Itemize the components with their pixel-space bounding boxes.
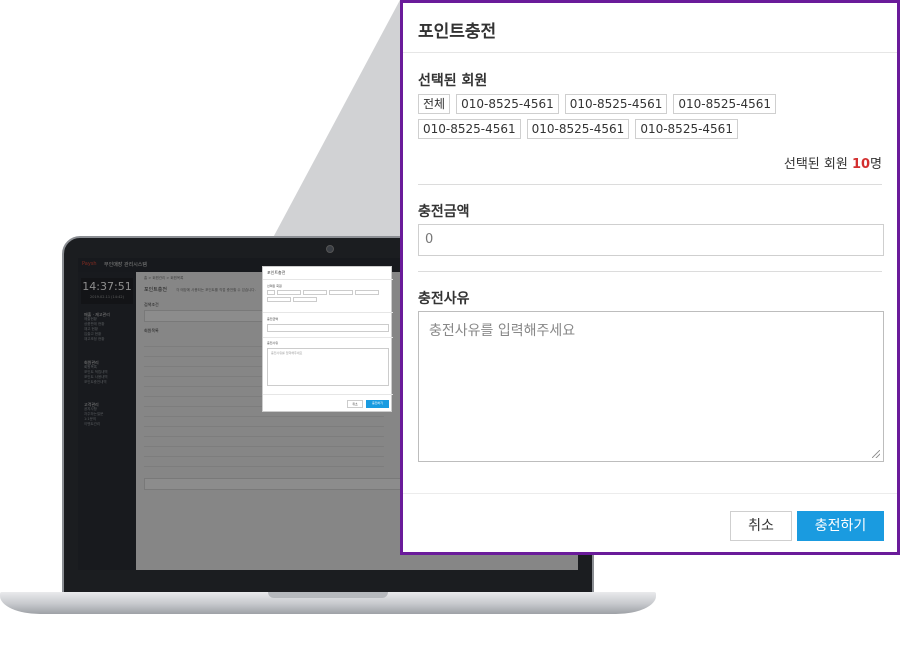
member-tag-list: 전체 010-8525-4561 010-8525-4561 010-8525-456… [418, 94, 888, 144]
divider [263, 337, 393, 338]
mini-reason-textarea[interactable]: 충전사유를 입력해주세요 [267, 348, 389, 386]
mini-submit-button[interactable]: 충전하기 [366, 400, 389, 408]
mini-member-tag [267, 297, 291, 302]
member-tag[interactable]: 010-8525-4561 [418, 119, 521, 139]
member-tag[interactable]: 010-8525-4561 [526, 119, 630, 139]
mini-member-tag [329, 290, 353, 295]
divider [418, 271, 882, 272]
member-tag[interactable]: 010-8525-4561 [456, 94, 559, 114]
mini-amount-input[interactable] [267, 324, 389, 332]
divider [263, 394, 393, 395]
divider [263, 279, 393, 280]
mini-member-tag [267, 290, 275, 295]
selected-count-number: 10 [851, 157, 871, 172]
mini-modal-reason-label: 충전사유 [267, 341, 279, 345]
resize-grip-icon[interactable] [872, 450, 880, 458]
member-tag[interactable]: 010-8525-4561 [635, 119, 738, 139]
mini-cancel-button[interactable]: 취소 [347, 400, 363, 408]
member-tag[interactable]: 010-8525-4561 [673, 94, 777, 114]
divider [418, 184, 882, 185]
mini-member-tag [303, 290, 327, 295]
mini-modal: 포인트충전 선택된 회원 충전금액 충전사유 충전사유를 입력해주세요 취소 충… [262, 266, 393, 412]
divider [263, 312, 393, 313]
camera-icon [326, 245, 334, 253]
selected-count-suffix: 명 [870, 157, 882, 172]
amount-input[interactable]: 0 [418, 224, 884, 256]
mini-modal-amount-label: 충전금액 [267, 317, 279, 321]
mini-member-tag [355, 290, 379, 295]
modal-title: 포인트충전 [418, 22, 497, 42]
reason-placeholder: 충전사유를 입력해주세요 [429, 323, 576, 339]
reason-textarea[interactable]: 충전사유를 입력해주세요 [418, 311, 884, 462]
member-tag-all[interactable]: 전체 [418, 94, 451, 114]
modal-footer-divider [403, 493, 897, 494]
reason-label: 충전사유 [418, 291, 470, 307]
member-tag[interactable]: 010-8525-4561 [564, 94, 668, 114]
modal-header: 포인트충전 [403, 3, 897, 53]
mini-modal-title: 포인트충전 [267, 270, 286, 275]
mini-member-tag [293, 297, 317, 302]
cancel-button[interactable]: 취소 [730, 511, 792, 541]
selected-count: 선택된 회원 10명 [784, 153, 882, 172]
mini-modal-selected-label: 선택된 회원 [267, 284, 282, 288]
laptop-notch [268, 592, 388, 598]
laptop-base [0, 592, 656, 614]
selected-members-label: 선택된 회원 [418, 73, 488, 89]
mini-reason-placeholder: 충전사유를 입력해주세요 [271, 351, 303, 355]
point-charge-modal: 포인트충전 선택된 회원 전체 010-8525-4561 010-8525-456… [400, 0, 900, 555]
selected-count-prefix: 선택된 회원 [783, 157, 852, 172]
amount-label: 충전금액 [418, 204, 470, 220]
mini-member-tag [277, 290, 301, 295]
charge-button[interactable]: 충전하기 [797, 511, 884, 541]
